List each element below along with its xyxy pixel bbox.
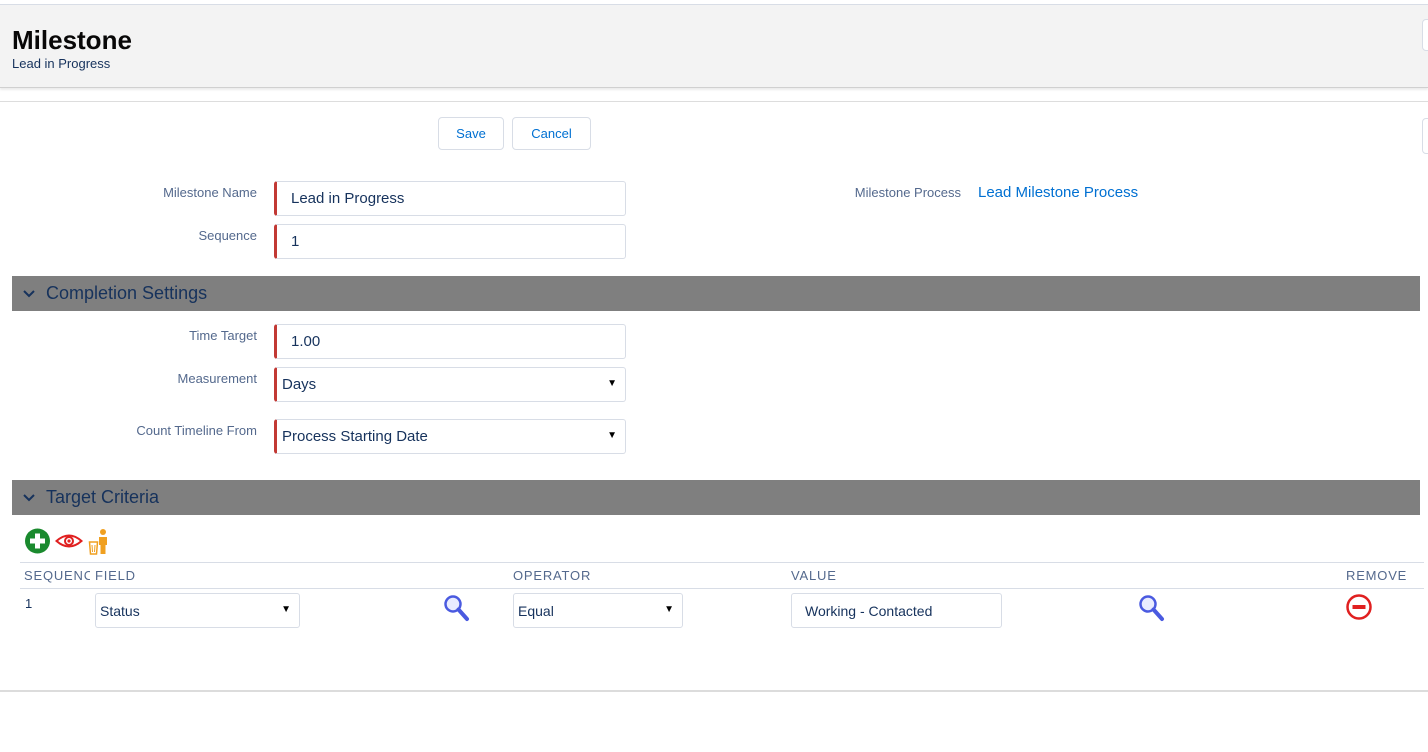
dropdown-caret-icon: ▼ xyxy=(664,604,674,615)
content-bottom-border xyxy=(0,690,1428,692)
content-edge-button[interactable] xyxy=(1422,118,1428,154)
dropdown-caret-icon: ▼ xyxy=(607,378,617,389)
add-icon[interactable] xyxy=(24,527,52,555)
page-title: Milestone xyxy=(12,25,132,55)
measurement-select[interactable]: Days ▼ xyxy=(274,367,626,402)
column-header-operator: OPERATOR xyxy=(513,568,592,583)
completion-settings-title: Completion Settings xyxy=(46,283,208,303)
cancel-button[interactable]: Cancel xyxy=(512,117,591,150)
milestone-name-value: Lead in Progress xyxy=(291,190,405,207)
table-header-border xyxy=(20,588,1424,589)
completion-settings-header[interactable]: Completion Settings xyxy=(12,276,1420,311)
target-criteria-title: Target Criteria xyxy=(46,487,160,507)
chevron-down-icon xyxy=(22,493,44,503)
milestone-name-input[interactable]: Lead in Progress xyxy=(274,181,626,216)
page-subtitle: Lead in Progress xyxy=(12,56,111,71)
time-target-value: 1.00 xyxy=(291,333,321,350)
column-header-field: FIELD xyxy=(95,568,136,583)
time-target-label: Time Target xyxy=(189,328,257,343)
milestone-name-label: Milestone Name xyxy=(163,185,257,200)
target-criteria-header[interactable]: Target Criteria xyxy=(12,480,1420,515)
measurement-value: Days xyxy=(282,376,317,393)
time-target-input[interactable]: 1.00 xyxy=(274,324,626,359)
operator-value: Equal xyxy=(518,602,554,619)
eye-icon[interactable] xyxy=(54,527,84,555)
count-timeline-from-value: Process Starting Date xyxy=(282,428,428,445)
content-top-divider xyxy=(0,101,1428,102)
save-button[interactable]: Save xyxy=(438,117,504,150)
table-top-border xyxy=(20,562,1424,563)
chevron-down-icon xyxy=(22,289,44,299)
value-lookup-search-icon[interactable] xyxy=(1137,593,1165,623)
field-lookup-search-icon[interactable] xyxy=(442,593,470,623)
sequence-input[interactable]: 1 xyxy=(274,224,626,259)
count-timeline-from-select[interactable]: Process Starting Date ▼ xyxy=(274,419,626,454)
sequence-value: 1 xyxy=(291,233,300,250)
header-edge-button[interactable] xyxy=(1422,19,1428,51)
trash-person-icon[interactable] xyxy=(88,527,116,555)
value-text: Working - Contacted xyxy=(805,602,933,619)
row-sequence: 1 xyxy=(25,596,33,611)
operator-select[interactable]: Equal ▼ xyxy=(513,593,683,628)
page-header: Milestone Lead in Progress xyxy=(0,4,1428,88)
field-select[interactable]: Status ▼ xyxy=(95,593,300,628)
dropdown-caret-icon: ▼ xyxy=(607,430,617,441)
column-header-value: VALUE xyxy=(791,568,837,583)
column-header-sequence: SEQUENCE xyxy=(24,568,90,583)
column-header-remove: REMOVE xyxy=(1346,568,1408,583)
milestone-process-link[interactable]: Lead Milestone Process xyxy=(978,184,1138,201)
dropdown-caret-icon: ▼ xyxy=(281,604,291,615)
remove-row-icon[interactable] xyxy=(1345,593,1373,621)
value-input[interactable]: Working - Contacted xyxy=(791,593,1002,628)
measurement-label: Measurement xyxy=(177,371,257,386)
field-value: Status xyxy=(100,602,140,619)
milestone-process-label: Milestone Process xyxy=(854,185,961,200)
sequence-label: Sequence xyxy=(198,228,257,243)
count-timeline-from-label: Count Timeline From xyxy=(136,423,257,438)
